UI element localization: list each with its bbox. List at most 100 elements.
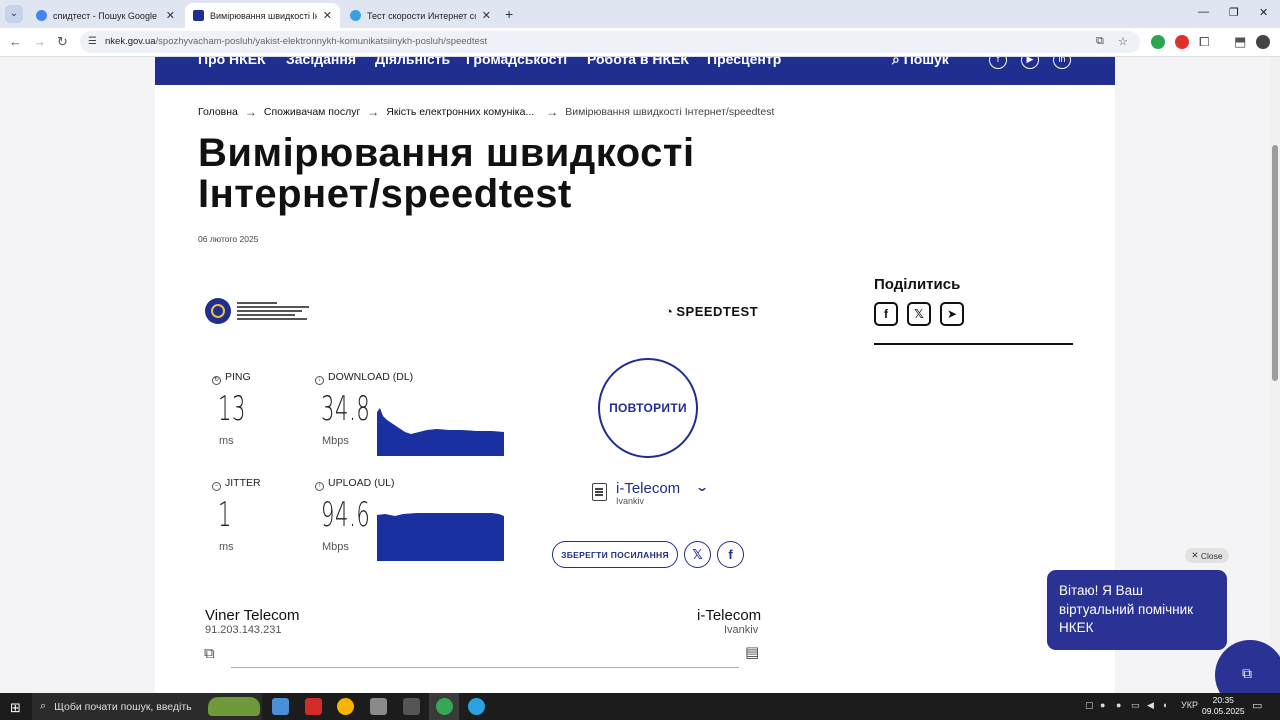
extensions-puzzle-icon[interactable]: ⧠ — [1199, 34, 1209, 50]
breadcrumb-quality[interactable]: Якість електронних комуніка... — [386, 106, 534, 118]
nkek-seal-icon — [205, 298, 231, 324]
downloads-icon[interactable]: ⬒ — [1234, 34, 1246, 50]
server-location: Ivankiv — [616, 496, 645, 506]
nav-item-meetings[interactable]: Засідання — [286, 57, 356, 67]
url-text[interactable]: nkek.gov.ua/spozhyvacham-posluh/yakist-e… — [105, 36, 487, 47]
opera-extension-icon[interactable] — [1175, 35, 1189, 49]
server-doc-icon: ▤ — [745, 644, 760, 661]
tray-network-icon[interactable]: ▭ — [1131, 700, 1140, 711]
chat-greeting[interactable]: Вітаю! Я Ваш віртуальний помічник НКЕК — [1047, 570, 1227, 650]
nav-search-button[interactable]: ⌕ Пошук — [892, 57, 949, 68]
tab-google-search[interactable]: спидтест - Пошук Google ✕ — [28, 3, 183, 28]
chat-close-button[interactable]: ✕ Close — [1185, 548, 1229, 563]
arrow-right-icon: → — [367, 105, 380, 119]
chrome-app-icon[interactable] — [337, 698, 354, 715]
tab-title: Тест скорости Интернет соед — [367, 10, 476, 21]
tab-title: Вимірювання швидкості Інтер — [210, 10, 317, 21]
chat-icon[interactable]: ⧉ — [1242, 665, 1252, 682]
search-highlight-chameleon-icon[interactable] — [208, 697, 260, 716]
explorer-app-icon[interactable] — [370, 698, 387, 715]
share-x-button[interactable]: 𝕏 — [684, 541, 711, 568]
main-content: Про НКЕК Засідання Діяльність Громадсько… — [155, 57, 1115, 693]
server-name[interactable]: i-Telecom — [616, 480, 680, 497]
download-label: ↓ DOWNLOAD (DL) — [315, 371, 413, 385]
speedtest-brand: ◔ SPEEDTEST — [665, 304, 758, 319]
linkedin-icon[interactable]: in — [1053, 57, 1071, 69]
close-tab-icon[interactable]: ✕ — [323, 9, 332, 22]
page-title: Вимірювання швидкості Інтернет/speedtest — [198, 131, 695, 216]
telegram-app-icon[interactable] — [468, 698, 485, 715]
install-app-icon[interactable]: ⧉ — [1096, 35, 1104, 48]
facebook-icon: f — [728, 547, 733, 562]
shield-extension-icon[interactable] — [1151, 35, 1165, 49]
share-title: Поділитись — [874, 276, 961, 293]
tray-overflow-icon[interactable]: ▢ — [1085, 700, 1094, 711]
ping-value: 13 — [218, 389, 247, 429]
share-telegram-icon[interactable]: ➤ — [940, 302, 964, 326]
browser-toolbar: ← → ↻ ☰ nkek.gov.ua/spozhyvacham-posluh/… — [0, 28, 1280, 57]
retry-button[interactable]: ПОВТОРИТИ — [598, 358, 698, 458]
search-icon: ⌕ — [892, 57, 904, 67]
client-devices-icon: ⧉ — [204, 645, 215, 662]
chevron-down-icon[interactable]: ⌄ — [695, 480, 709, 494]
tab-speed-test[interactable]: Тест скорости Интернет соед ✕ — [342, 3, 499, 28]
chrome-active-app-icon[interactable] — [436, 698, 453, 715]
connection-line — [231, 667, 739, 668]
scrollbar-thumb[interactable] — [1272, 145, 1278, 381]
language-indicator[interactable]: УКР — [1181, 700, 1198, 710]
youtube-icon[interactable]: ▶ — [1021, 57, 1039, 69]
upload-graph — [377, 513, 504, 561]
nav-item-public[interactable]: Громадськості — [466, 57, 567, 67]
save-link-button[interactable]: ЗБЕРЕГТИ ПОСИЛАННЯ — [552, 541, 678, 568]
download-icon: ↓ — [315, 376, 324, 385]
breadcrumb-home[interactable]: Головна — [198, 106, 238, 118]
windows-start-icon[interactable]: ⊞ — [10, 700, 21, 716]
minimize-icon[interactable]: — — [1198, 6, 1209, 18]
notifications-icon[interactable]: ▭ — [1252, 699, 1262, 712]
new-tab-button[interactable]: + — [505, 6, 513, 22]
nkek-logo — [205, 297, 310, 325]
tab-search-button[interactable]: ⌄ — [5, 5, 23, 23]
server-icon — [592, 483, 607, 501]
tray-mute-icon[interactable]: ◀ — [1147, 700, 1154, 711]
game-app-icon[interactable] — [403, 698, 420, 715]
site-info-icon[interactable]: ☰ — [88, 36, 97, 47]
clock-time: 20:35 — [1212, 695, 1234, 705]
jitter-icon: − — [212, 482, 221, 491]
back-icon[interactable]: ← — [9, 34, 22, 49]
search-label: Пошук — [903, 57, 949, 67]
profile-avatar-icon[interactable] — [1256, 35, 1270, 49]
close-tab-icon[interactable]: ✕ — [166, 9, 175, 22]
calculator-app-icon[interactable] — [272, 698, 289, 715]
google-favicon-icon — [36, 10, 47, 21]
tab-title: спидтест - Пошук Google — [53, 10, 157, 21]
tray-app-icon[interactable]: ● — [1116, 700, 1121, 710]
nav-item-careers[interactable]: Робота в НКЕК — [587, 57, 689, 67]
tab-nkek-speedtest[interactable]: Вимірювання швидкості Інтер ✕ — [185, 3, 340, 28]
nav-item-activity[interactable]: Діяльність — [375, 57, 450, 67]
forward-icon[interactable]: → — [33, 34, 46, 49]
page-scrollbar[interactable] — [1270, 57, 1280, 693]
share-facebook-icon[interactable]: f — [874, 302, 898, 326]
browser-tab-strip: ⌄ спидтест - Пошук Google ✕ Вимірювання … — [0, 0, 1280, 28]
breadcrumb-consumers[interactable]: Споживачам послуг — [264, 106, 360, 118]
amd-app-icon[interactable] — [305, 698, 322, 715]
address-bar[interactable]: ☰ nkek.gov.ua/spozhyvacham-posluh/yakist… — [80, 31, 1140, 53]
share-x-icon[interactable]: 𝕏 — [907, 302, 931, 326]
restore-icon[interactable]: ❐ — [1229, 6, 1239, 19]
jitter-value: 1 — [218, 495, 233, 535]
bookmark-star-icon[interactable]: ☆ — [1118, 35, 1128, 48]
facebook-icon[interactable]: f — [989, 57, 1007, 69]
windows-taskbar: ⊞ ⌕ Щоби почати пошук, введіть ▢ ● ● ▭ ◀… — [0, 693, 1280, 720]
nav-item-about[interactable]: Про НКЕК — [198, 57, 266, 67]
share-facebook-button[interactable]: f — [717, 541, 744, 568]
close-window-icon[interactable]: ✕ — [1259, 6, 1268, 19]
reload-icon[interactable]: ↻ — [57, 34, 68, 50]
tray-telegram-icon[interactable]: ● — [1100, 700, 1105, 710]
tray-volume-icon[interactable]: ◖ — [1162, 700, 1167, 710]
x-icon: 𝕏 — [692, 546, 703, 562]
close-tab-icon[interactable]: ✕ — [482, 9, 491, 22]
nav-item-press[interactable]: Пресцентр — [707, 57, 781, 67]
breadcrumb-current: Вимірювання швидкості Інтернет/speedtest — [565, 106, 775, 118]
system-clock[interactable]: 20:35 09.05.2025 — [1202, 695, 1245, 717]
